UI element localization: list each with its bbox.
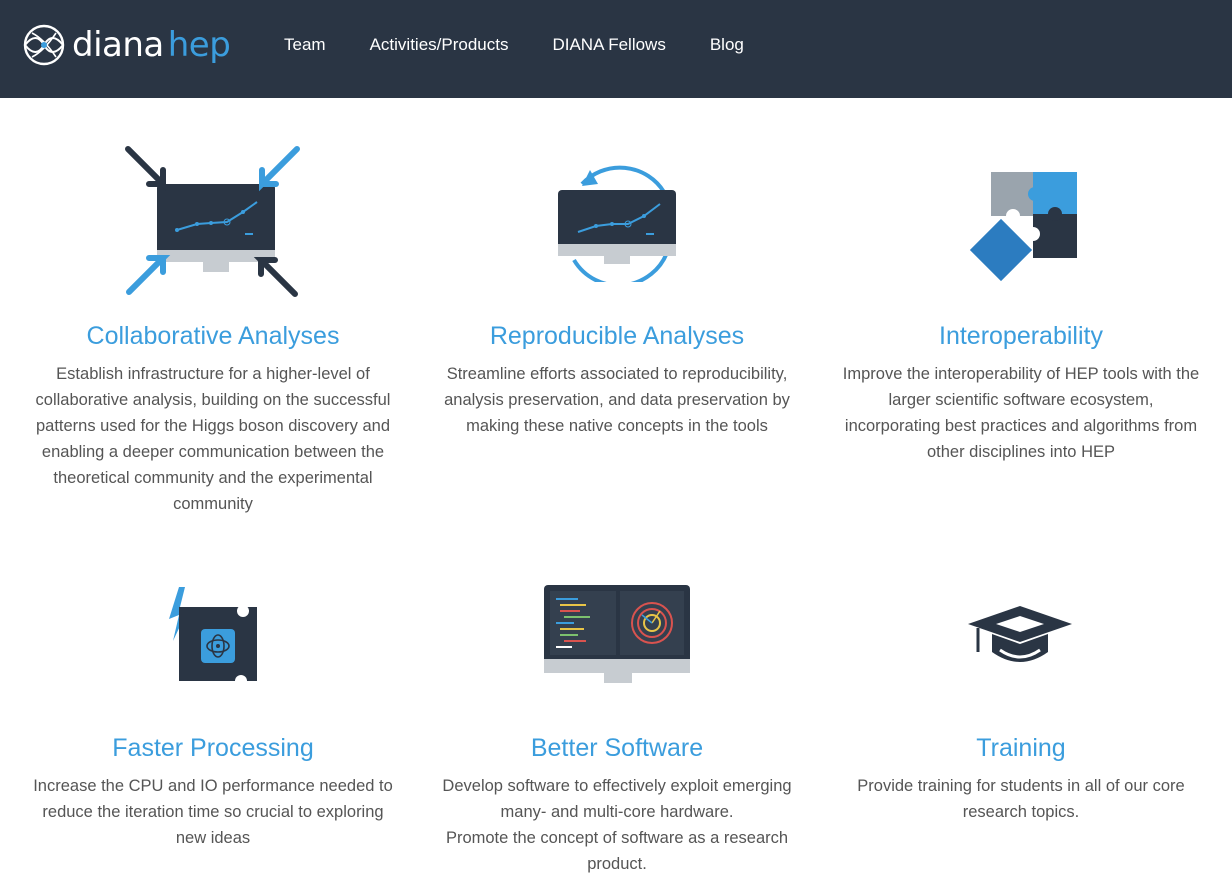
feature-reproducible-analyses: Reproducible Analyses Streamline efforts… [432,142,802,439]
feature-description-line-2: Promote the concept of software as a res… [445,829,789,873]
puzzle-icon [836,142,1206,302]
feature-title: Faster Processing [112,734,314,762]
feature-interoperability: Interoperability Improve the interoperab… [836,142,1206,465]
feature-title: Interoperability [939,322,1103,350]
feature-description-line-1: Develop software to effectively exploit … [442,777,792,821]
feature-training: Training Provide training for students i… [836,554,1206,825]
logo-text-hep: hep [167,25,231,65]
atom-logo-icon [23,24,65,66]
feature-description: Streamline efforts associated to reprodu… [444,365,790,435]
feature-title: Training [976,734,1066,762]
cpu-lightning-icon [28,554,398,714]
feature-description: Establish infrastructure for a higher-le… [35,365,391,513]
feature-description: Improve the interoperability of HEP tool… [842,365,1200,461]
nav-link-activities-products[interactable]: Activities/Products [370,32,509,58]
site-logo[interactable]: diana hep [22,22,231,68]
feature-description: Increase the CPU and IO performance need… [33,777,393,847]
code-monitor-icon [432,554,802,714]
feature-better-software: Better Software Develop software to effe… [432,554,802,877]
reproducible-monitor-icon [432,142,802,302]
feature-title: Better Software [530,734,704,762]
nav-link-team[interactable]: Team [284,32,326,58]
main-nav: Team Activities/Products DIANA Fellows B… [284,32,788,58]
feature-title: Reproducible Analyses [489,322,745,350]
logo-text-diana: diana [72,25,164,65]
feature-title: Collaborative Analyses [86,322,340,350]
feature-description: Develop software to effectively exploit … [432,773,802,877]
nav-link-diana-fellows[interactable]: DIANA Fellows [552,32,665,58]
feature-faster-processing: Faster Processing Increase the CPU and I… [28,554,398,851]
nav-link-blog[interactable]: Blog [710,32,744,58]
feature-collaborative-analyses: Collaborative Analyses Establish infrast… [28,142,398,517]
feature-description: Provide training for students in all of … [857,777,1185,821]
graduation-cap-icon [836,554,1206,714]
collaboration-monitor-icon [28,142,398,302]
navbar: diana hep Team Activities/Products DIANA … [0,0,1232,98]
